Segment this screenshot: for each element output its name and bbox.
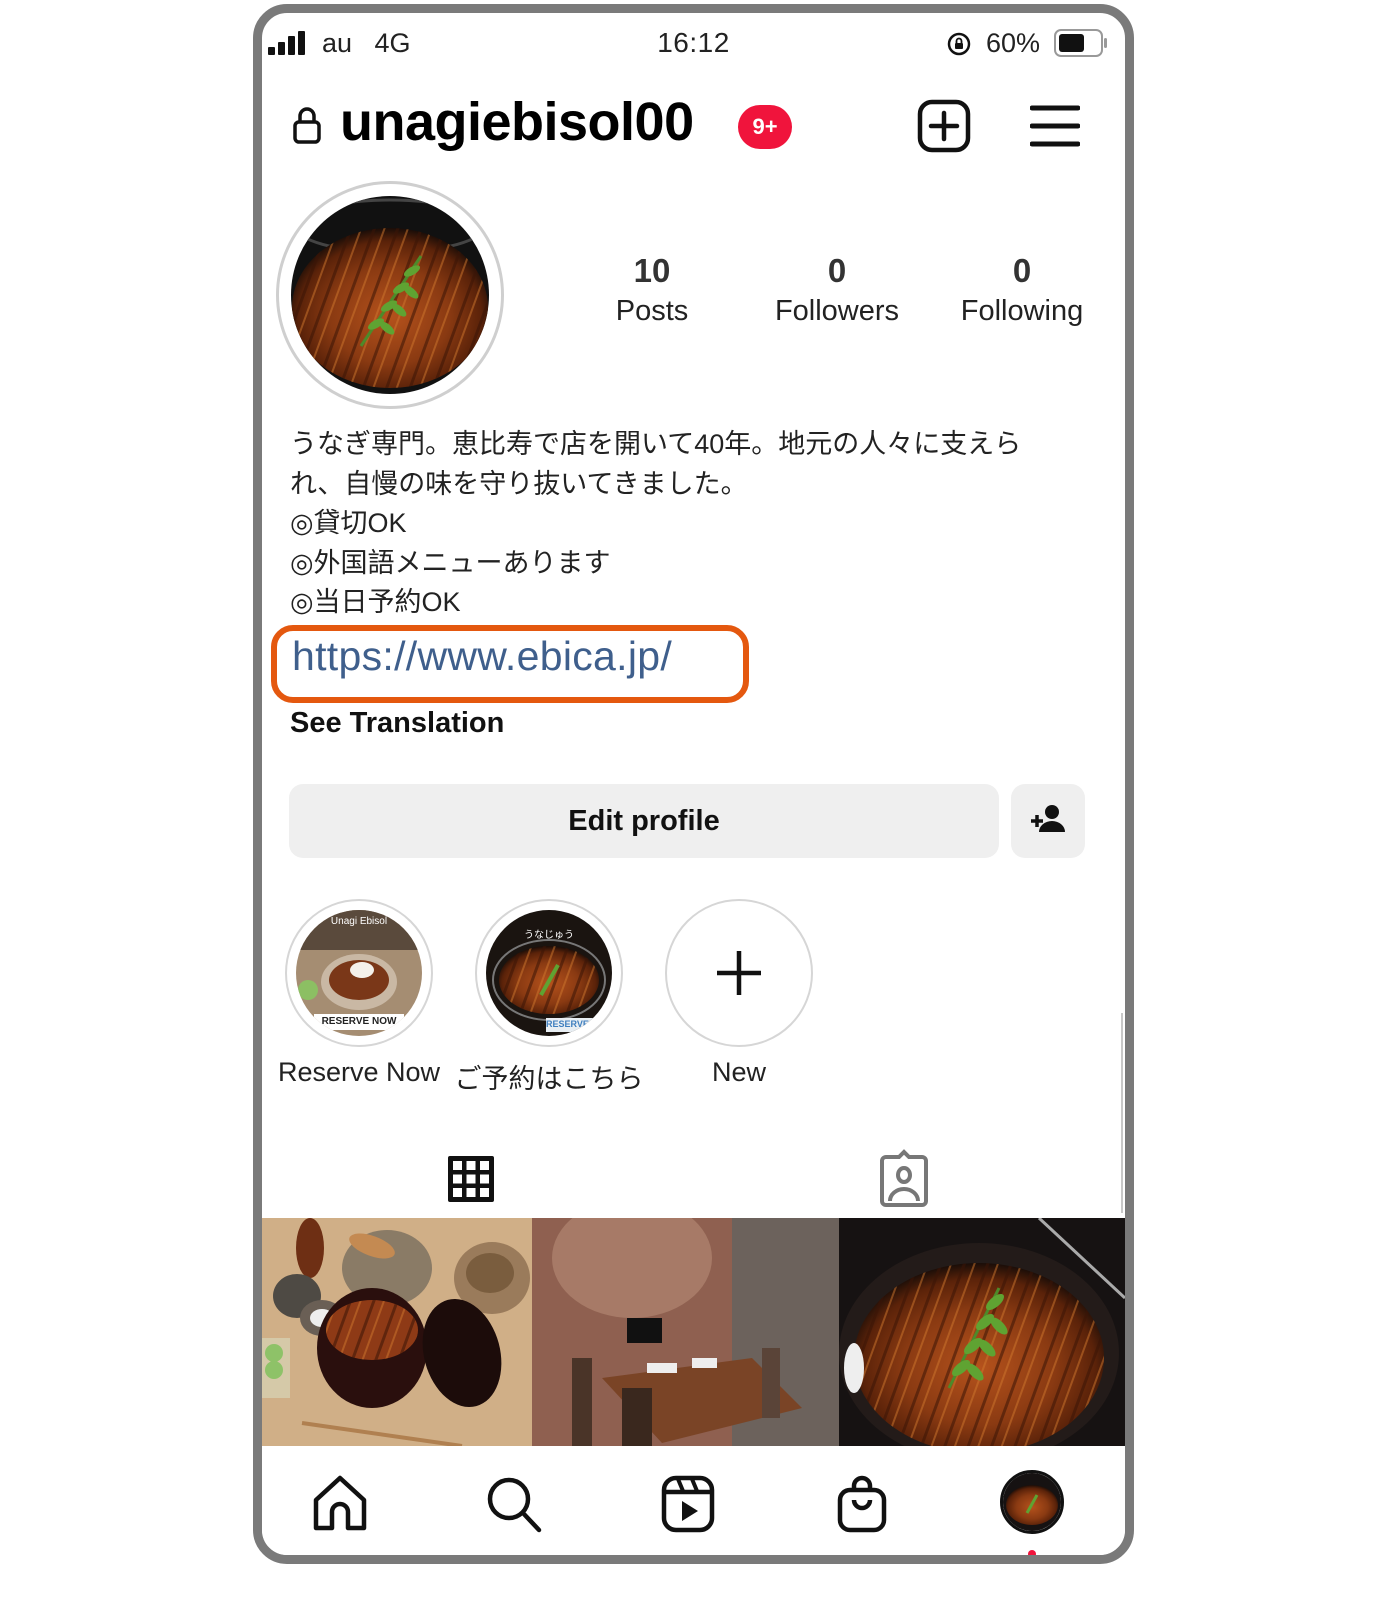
shopping-bag-icon[interactable] <box>832 1474 892 1534</box>
highlight-cover: Unagi Ebisol RESERVE NOW <box>285 899 433 1047</box>
highlight-label: ご予約はこちら <box>454 1064 644 1094</box>
edit-profile-button[interactable]: Edit profile <box>289 784 999 858</box>
stat-followers[interactable]: 0 Followers <box>747 251 927 331</box>
grid-post[interactable] <box>839 1218 1125 1446</box>
highlight-cover: うなじゅう RESERVE <box>475 899 623 1047</box>
status-bar: au 4G 16:12 60% <box>262 13 1125 69</box>
instagram-profile-screen: au 4G 16:12 60% unagiebisol00 9+ 10 Post… <box>262 13 1125 1555</box>
bio-line: ◎当日予約OK <box>290 587 461 617</box>
bio-line: ◎貸切OK <box>290 508 407 538</box>
bio-line: れ、自慢の味を守り抜いてきました。 <box>290 468 748 499</box>
orientation-lock-icon <box>947 32 971 56</box>
highlight-cover-sticker: RESERVE <box>546 1019 589 1029</box>
following-label: Following <box>960 295 1084 327</box>
profile-avatar-icon[interactable] <box>1000 1470 1064 1534</box>
plus-icon <box>717 951 761 995</box>
lock-icon <box>293 107 321 144</box>
battery-percentage: 60% <box>986 28 1041 58</box>
battery-icon <box>1054 29 1107 57</box>
followers-label: Followers <box>774 295 900 327</box>
highlight-label: New <box>711 1057 766 1087</box>
highlight-label: Reserve Now <box>277 1057 441 1087</box>
stat-posts[interactable]: 10 Posts <box>562 251 742 331</box>
profile-website-link[interactable]: https://www.ebica.jp/ <box>292 633 672 680</box>
story-highlight[interactable]: Unagi Ebisol RESERVE NOW Reserve Now <box>264 899 454 1088</box>
tagged-person-icon[interactable] <box>874 1149 934 1209</box>
highlight-cover-title: うなじゅう <box>524 930 574 941</box>
notification-dot <box>1028 1550 1036 1555</box>
highlight-cover-title: Unagi Ebisol <box>330 916 388 927</box>
reels-icon[interactable] <box>658 1474 718 1534</box>
search-icon[interactable] <box>484 1474 544 1534</box>
posts-label: Posts <box>615 295 689 327</box>
story-highlight[interactable]: うなじゅう RESERVE ご予約はこちら <box>454 899 644 1096</box>
menu-icon[interactable] <box>1030 103 1080 149</box>
profile-bio: うなぎ専門。恵比寿で店を開いて40年。地元の人々に支えら れ、自慢の味を守り抜い… <box>290 425 1090 623</box>
profile-avatar[interactable] <box>276 181 504 409</box>
new-highlight-circle <box>665 899 813 1047</box>
bio-line: うなぎ専門。恵比寿で店を開いて40年。地元の人々に支えら <box>290 429 1022 459</box>
see-translation-link[interactable]: See Translation <box>290 707 504 740</box>
posts-count: 10 <box>633 252 671 289</box>
profile-stats: 10 Posts 0 Followers 0 Following <box>562 251 1102 341</box>
followers-count: 0 <box>827 252 847 289</box>
home-icon[interactable] <box>310 1474 370 1534</box>
profile-header: unagiebisol00 9+ <box>262 83 1125 163</box>
scrollbar[interactable] <box>1121 1013 1123 1213</box>
stat-following[interactable]: 0 Following <box>932 251 1112 331</box>
new-highlight-button[interactable]: New <box>644 899 834 1088</box>
highlight-cover-sticker: RESERVE NOW <box>321 1016 397 1027</box>
avatar-image <box>291 196 489 394</box>
bottom-navigation <box>262 1446 1125 1555</box>
discover-people-button[interactable] <box>1011 784 1085 858</box>
grid-post[interactable] <box>532 1218 839 1446</box>
username[interactable]: unagiebisol00 <box>340 91 694 153</box>
grid-post[interactable] <box>262 1218 532 1446</box>
phone-frame: au 4G 16:12 60% unagiebisol00 9+ 10 Post… <box>253 4 1134 1564</box>
notification-badge[interactable]: 9+ <box>738 105 792 149</box>
posts-grid <box>262 1218 1125 1446</box>
following-count: 0 <box>1012 252 1032 289</box>
add-person-icon <box>1031 805 1065 832</box>
new-post-icon[interactable] <box>917 99 971 153</box>
bio-line: ◎外国語メニューあります <box>290 547 611 578</box>
grid-icon[interactable] <box>441 1149 501 1209</box>
